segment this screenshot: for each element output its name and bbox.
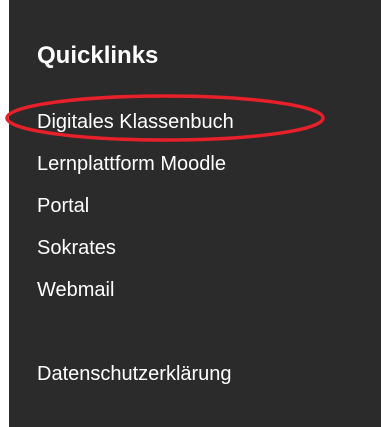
link-digitales-klassenbuch[interactable]: Digitales Klassenbuch (37, 111, 234, 133)
link-datenschutzerklaerung[interactable]: Datenschutzerklärung (37, 363, 232, 385)
list-item: Portal (37, 194, 234, 236)
list-item: Datenschutzerklärung (37, 362, 234, 404)
list-item: Webmail (37, 278, 234, 320)
list-item: Sokrates (37, 236, 234, 278)
link-lernplattform-moodle[interactable]: Lernplattform Moodle (37, 153, 226, 175)
list-item: Lernplattform Moodle (37, 152, 234, 194)
link-webmail[interactable]: Webmail (37, 279, 114, 301)
quicklinks-heading: Quicklinks (37, 42, 159, 69)
quicklinks-list: Digitales Klassenbuch Lernplattform Mood… (37, 110, 234, 404)
link-sokrates[interactable]: Sokrates (37, 237, 116, 259)
link-portal[interactable]: Portal (37, 195, 89, 217)
list-item: Digitales Klassenbuch (37, 110, 234, 152)
quicklinks-panel: Quicklinks Digitales Klassenbuch Lernpla… (5, 0, 381, 427)
